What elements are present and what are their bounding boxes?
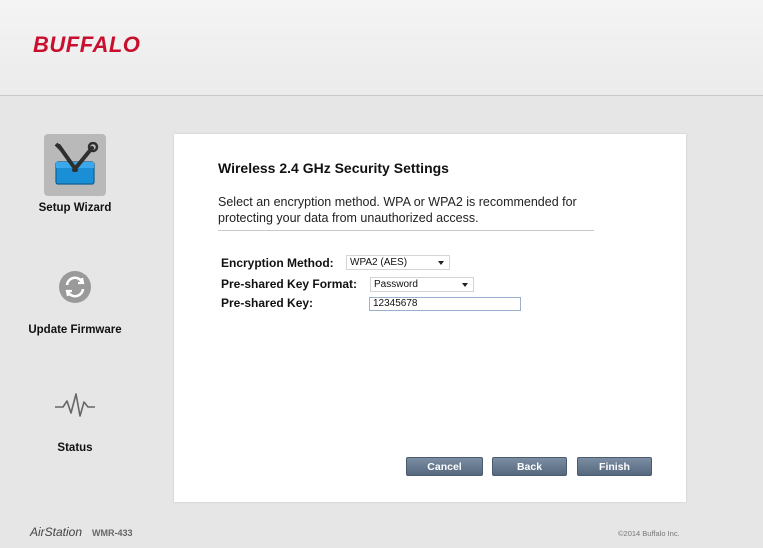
sidebar: Setup Wizard Update Firmware Status [0,96,150,516]
back-button[interactable]: Back [492,457,567,476]
cancel-button[interactable]: Cancel [406,457,483,476]
status-pulse-icon [44,374,106,436]
sidebar-item-update-firmware[interactable]: Update Firmware [0,256,150,336]
chevron-down-icon [462,283,468,287]
buffalo-logo: BUFFALO [33,32,141,57]
panel-description: Select an encryption method. WPA or WPA2… [218,195,577,225]
divider [218,230,594,231]
finish-button[interactable]: Finish [577,457,652,476]
sidebar-item-label: Status [57,442,93,454]
airstation-brand: AirStation [30,525,83,539]
key-format-value: Password [374,279,418,290]
encryption-method-select[interactable]: WPA2 (AES) [346,255,450,270]
update-firmware-icon [44,256,106,318]
sidebar-item-status[interactable]: Status [0,374,150,454]
security-settings-panel: Wireless 2.4 GHz Security Settings Selec… [174,134,686,502]
key-format-label: Pre-shared Key Format: [221,277,358,291]
sidebar-item-label: Setup Wizard [38,202,112,214]
key-format-select[interactable]: Password [370,277,474,292]
sidebar-item-setup-wizard[interactable]: Setup Wizard [0,134,150,214]
preshared-key-input[interactable]: 12345678 [369,297,521,311]
page-title: Wireless 2.4 GHz Security Settings [218,160,449,176]
chevron-down-icon [438,261,444,265]
footer-branding: AirStation WMR-433 [30,525,133,539]
setup-wizard-icon [44,134,106,196]
sidebar-item-label: Update Firmware [28,324,122,336]
header: BUFFALO [0,0,763,96]
encryption-method-label: Encryption Method: [221,256,334,270]
preshared-key-label: Pre-shared Key: [221,296,314,310]
copyright: ©2014 Buffalo Inc. [618,529,680,538]
encryption-method-value: WPA2 (AES) [350,257,408,268]
model-number: WMR-433 [92,528,133,538]
